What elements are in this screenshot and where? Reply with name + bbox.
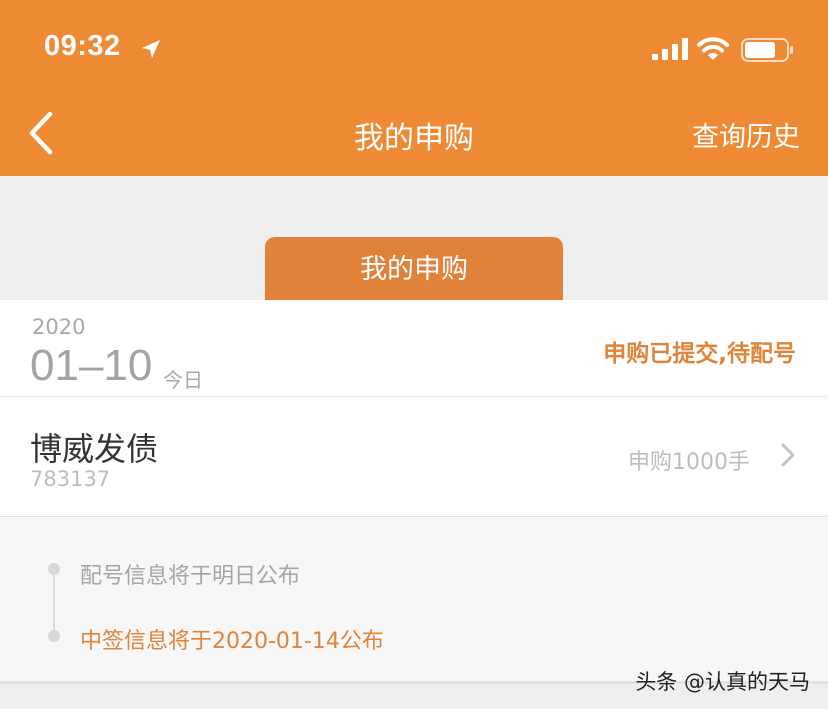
timeline-item-allotment: 配号信息将于明日公布 xyxy=(80,564,301,589)
status-badge: 申购已提交,待配号 xyxy=(603,341,796,367)
subscription-card: 2020 01–10 今日 申购已提交,待配号 博威发债 783137 申购10… xyxy=(0,300,828,684)
date-month-day: 01–10 xyxy=(30,341,153,390)
query-history-link[interactable]: 查询历史 xyxy=(692,115,800,154)
location-arrow-icon xyxy=(142,40,160,58)
date-row: 2020 01–10 今日 申购已提交,待配号 xyxy=(0,300,828,397)
timeline-dot xyxy=(48,563,60,575)
stock-row[interactable]: 博威发债 783137 申购1000手 xyxy=(0,397,828,517)
date-year: 2020 xyxy=(32,315,86,339)
app-header: 09:32 我的申购 查询历史 xyxy=(0,0,828,176)
timeline-item-lottery: 中签信息将于2020-01-14公布 xyxy=(80,629,384,654)
stock-code: 783137 xyxy=(30,467,111,491)
tab-my-subscription[interactable]: 我的申购 xyxy=(265,237,563,300)
stock-name: 博威发债 xyxy=(30,430,159,468)
signal-icon xyxy=(652,38,688,60)
today-label: 今日 xyxy=(163,368,203,392)
timeline-dot xyxy=(48,630,60,642)
status-time: 09:32 xyxy=(44,30,121,62)
chevron-right-icon xyxy=(781,443,795,467)
wifi-icon xyxy=(697,37,729,60)
timeline: 配号信息将于明日公布 中签信息将于2020-01-14公布 xyxy=(0,518,828,684)
watermark: 头条 @认真的天马 xyxy=(635,670,810,694)
battery-icon xyxy=(741,38,793,62)
subscription-quantity: 申购1000手 xyxy=(628,450,750,475)
timeline-line xyxy=(53,570,55,637)
